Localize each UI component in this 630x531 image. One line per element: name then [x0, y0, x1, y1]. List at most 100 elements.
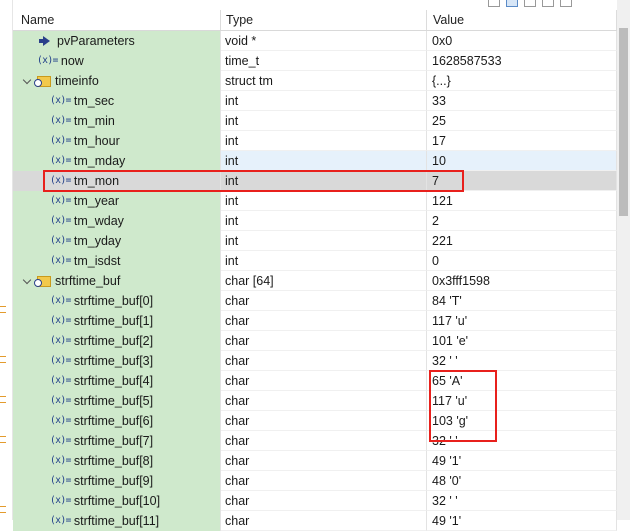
value-cell[interactable]: 10 [427, 151, 617, 171]
value-cell[interactable]: 32 ' ' [427, 491, 617, 511]
collapse-all-icon[interactable] [488, 0, 500, 7]
name-cell: (x)= strftime_buf[1] [13, 311, 221, 331]
table-row[interactable]: (x)= tm_hour int 17 [13, 131, 617, 151]
scrollbar-thumb[interactable] [619, 28, 628, 216]
value-cell[interactable]: 0 [427, 251, 617, 271]
table-row[interactable]: (x)= strftime_buf[1] char 117 'u' [13, 311, 617, 331]
name-cell-content: strftime_buf [23, 271, 120, 291]
value-cell[interactable]: 32 ' ' [427, 351, 617, 371]
select-columns-icon[interactable] [506, 0, 518, 7]
name-cell-content: timeinfo [23, 71, 99, 91]
view-toolbar [488, 0, 572, 8]
variable-name: tm_yday [73, 234, 122, 248]
variable-icon: (x)= [50, 515, 71, 526]
name-cell-content: (x)= tm_wday [50, 211, 124, 231]
value-cell[interactable]: {...} [427, 71, 617, 91]
value-cell[interactable]: 32 ' ' [427, 431, 617, 451]
value-cell[interactable]: 84 'T' [427, 291, 617, 311]
table-row[interactable]: pvParameters void * 0x0 [13, 31, 617, 51]
name-cell: (x)= tm_yday [13, 231, 221, 251]
name-cell: (x)= tm_wday [13, 211, 221, 231]
value-cell[interactable]: 48 '0' [427, 471, 617, 491]
value-cell[interactable]: 17 [427, 131, 617, 151]
value-cell[interactable]: 0x0 [427, 31, 617, 51]
name-cell: (x)= tm_mon [13, 171, 221, 191]
type-cell: int [221, 231, 427, 251]
table-row[interactable]: (x)= strftime_buf[4] char 65 'A' [13, 371, 617, 391]
name-cell-content: (x)= strftime_buf[2] [50, 331, 153, 351]
table-row[interactable]: (x)= tm_mday int 10 [13, 151, 617, 171]
value-cell[interactable]: 221 [427, 231, 617, 251]
table-row[interactable]: (x)= strftime_buf[6] char 103 'g' [13, 411, 617, 431]
column-header-name[interactable]: Name [13, 10, 221, 30]
name-cell: (x)= tm_mday [13, 151, 221, 171]
type-cell: char [221, 491, 427, 511]
value-cell[interactable]: 25 [427, 111, 617, 131]
variable-name: tm_mday [73, 154, 126, 168]
value-cell[interactable]: 65 'A' [427, 371, 617, 391]
table-row[interactable]: (x)= strftime_buf[10] char 32 ' ' [13, 491, 617, 511]
table-row[interactable]: (x)= tm_wday int 2 [13, 211, 617, 231]
type-cell: char [221, 331, 427, 351]
table-row[interactable]: (x)= tm_year int 121 [13, 191, 617, 211]
table-row[interactable]: (x)= tm_sec int 33 [13, 91, 617, 111]
value-cell[interactable]: 101 'e' [427, 331, 617, 351]
variable-name: strftime_buf[2] [73, 334, 154, 348]
value-cell[interactable]: 0x3fff1598 [427, 271, 617, 291]
variable-icon: (x)= [50, 115, 71, 126]
value-cell[interactable]: 49 '1' [427, 451, 617, 471]
table-row[interactable]: (x)= now time_t 1628587533 [13, 51, 617, 71]
table-row[interactable]: strftime_buf char [64] 0x3fff1598 [13, 271, 617, 291]
type-cell: int [221, 171, 427, 191]
name-cell: pvParameters [13, 31, 221, 51]
table-row[interactable]: (x)= tm_min int 25 [13, 111, 617, 131]
value-cell[interactable]: 7 [427, 171, 617, 191]
expand-chevron-icon[interactable] [23, 76, 33, 86]
value-cell[interactable]: 33 [427, 91, 617, 111]
value-cell[interactable]: 117 'u' [427, 391, 617, 411]
value-cell[interactable]: 49 '1' [427, 511, 617, 531]
value-cell[interactable]: 121 [427, 191, 617, 211]
expand-chevron-icon[interactable] [23, 276, 33, 286]
name-cell: (x)= strftime_buf[3] [13, 351, 221, 371]
table-row[interactable]: (x)= strftime_buf[3] char 32 ' ' [13, 351, 617, 371]
column-header-value[interactable]: Value [427, 10, 617, 30]
variable-name: strftime_buf[7] [73, 434, 154, 448]
type-cell: char [221, 311, 427, 331]
gutter-marker [0, 356, 6, 363]
maximize-icon[interactable] [560, 0, 572, 7]
table-row[interactable]: (x)= strftime_buf[9] char 48 '0' [13, 471, 617, 491]
name-cell: (x)= strftime_buf[7] [13, 431, 221, 451]
table-row[interactable]: (x)= tm_isdst int 0 [13, 251, 617, 271]
value-cell[interactable]: 117 'u' [427, 311, 617, 331]
column-header-type[interactable]: Type [221, 10, 427, 30]
table-row[interactable]: (x)= strftime_buf[7] char 32 ' ' [13, 431, 617, 451]
variable-icon: (x)= [37, 55, 58, 66]
table-row[interactable]: (x)= strftime_buf[8] char 49 '1' [13, 451, 617, 471]
variables-table: Name Type Value pvParameters void * 0x0 (x)… [13, 10, 617, 531]
table-row[interactable]: (x)= tm_yday int 221 [13, 231, 617, 251]
type-cell: int [221, 191, 427, 211]
gutter-marker [0, 306, 6, 313]
table-row[interactable]: (x)= strftime_buf[0] char 84 'T' [13, 291, 617, 311]
variable-icon: (x)= [50, 315, 71, 326]
name-cell: (x)= tm_min [13, 111, 221, 131]
table-row[interactable]: (x)= strftime_buf[2] char 101 'e' [13, 331, 617, 351]
type-cell: char [221, 431, 427, 451]
variable-name: strftime_buf[9] [73, 474, 154, 488]
variable-name: tm_wday [73, 214, 124, 228]
value-cell[interactable]: 2 [427, 211, 617, 231]
variable-name: strftime_buf[4] [73, 374, 154, 388]
minimize-icon[interactable] [542, 0, 554, 7]
table-row[interactable]: (x)= strftime_buf[5] char 117 'u' [13, 391, 617, 411]
table-row[interactable]: (x)= strftime_buf[11] char 49 '1' [13, 511, 617, 531]
copy-icon[interactable] [524, 0, 536, 7]
name-cell: (x)= strftime_buf[9] [13, 471, 221, 491]
value-cell[interactable]: 103 'g' [427, 411, 617, 431]
name-cell: (x)= tm_hour [13, 131, 221, 151]
variable-name: tm_hour [73, 134, 120, 148]
value-cell[interactable]: 1628587533 [427, 51, 617, 71]
table-row[interactable]: (x)= tm_mon int 7 [13, 171, 617, 191]
table-row[interactable]: timeinfo struct tm {...} [13, 71, 617, 91]
name-cell-content: (x)= strftime_buf[4] [50, 371, 153, 391]
